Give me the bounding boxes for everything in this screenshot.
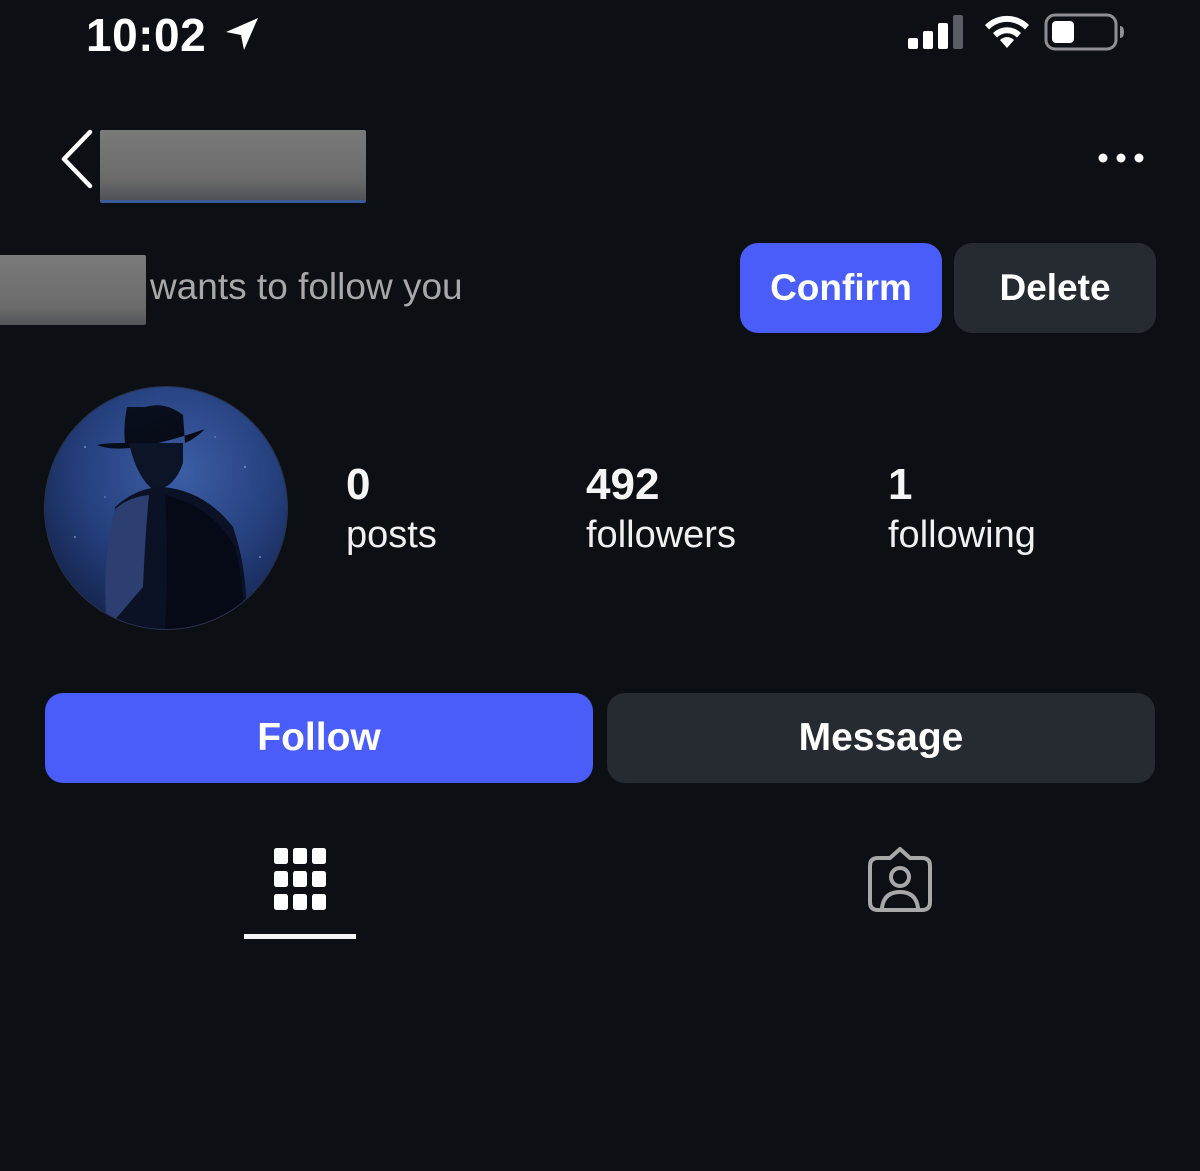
redacted-username [100, 130, 366, 203]
tagged-person-icon [868, 847, 932, 912]
more-horizontal-icon[interactable] [1096, 148, 1146, 168]
followers-count[interactable]: 492 [586, 460, 659, 510]
posts-label: posts [346, 514, 437, 556]
delete-button[interactable]: Delete [954, 243, 1156, 333]
status-time: 10:02 [86, 9, 207, 61]
following-count[interactable]: 1 [888, 460, 912, 510]
posts-count: 0 [346, 460, 371, 509]
message-button[interactable]: Message [607, 693, 1155, 783]
location-arrow-icon [226, 18, 258, 50]
cellular-signal-icon [908, 15, 963, 49]
redacted-requester-name [0, 255, 146, 325]
active-tab-indicator [244, 934, 356, 939]
wifi-icon [985, 15, 1029, 48]
profile-photo-image [45, 387, 287, 629]
avatar[interactable] [45, 387, 287, 629]
follow-request-text: wants to follow you [150, 266, 463, 307]
battery-icon [1044, 13, 1124, 51]
following-label[interactable]: following [888, 514, 1036, 557]
grid-icon [274, 848, 326, 910]
confirm-button[interactable]: Confirm [740, 243, 942, 333]
followers-label[interactable]: followers [586, 514, 736, 557]
chevron-left-icon[interactable] [56, 126, 100, 192]
follow-button[interactable]: Follow [45, 693, 593, 783]
